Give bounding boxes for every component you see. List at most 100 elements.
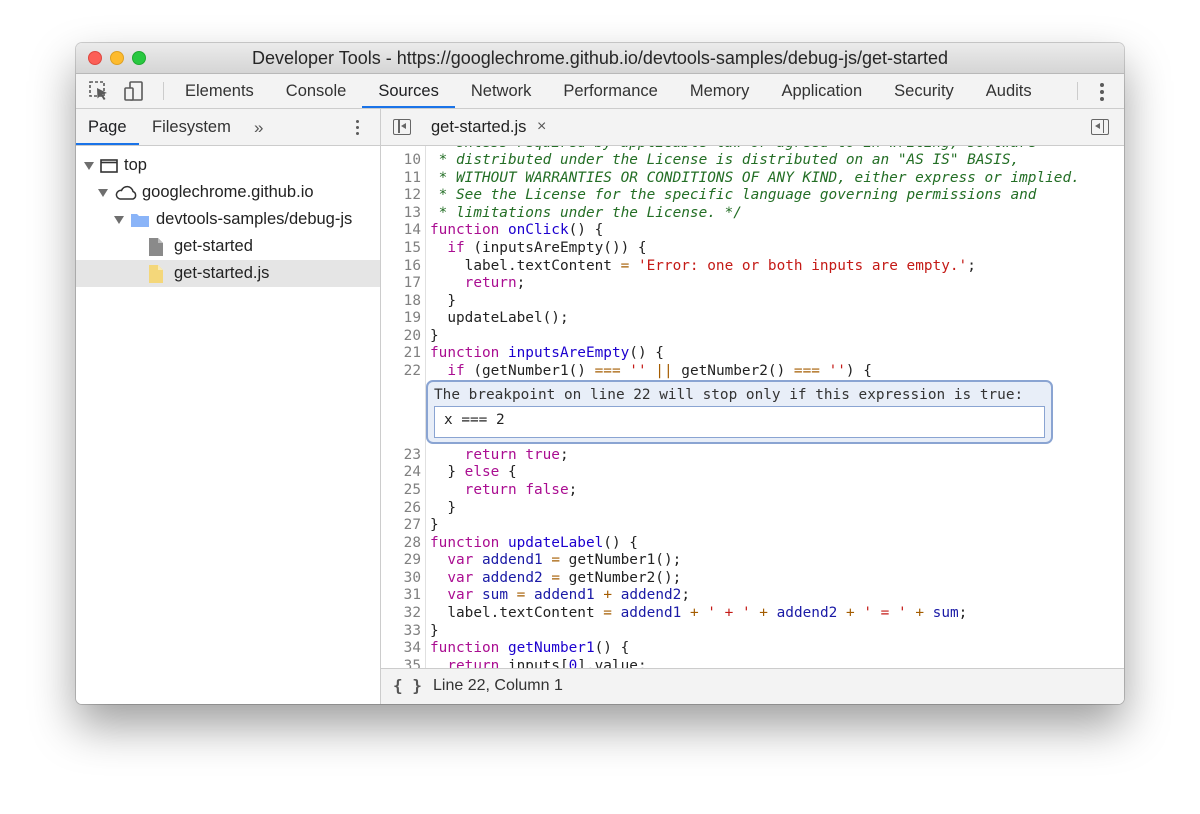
tree-item-top[interactable]: top: [76, 152, 380, 179]
device-toggle-icon[interactable]: [123, 80, 145, 102]
tab-console[interactable]: Console: [270, 74, 363, 108]
window-controls: [88, 51, 146, 65]
tab-audits[interactable]: Audits: [970, 74, 1048, 108]
code-line: var sum = addend1 + addend2;: [447, 587, 691, 603]
line-number[interactable]: 29: [381, 551, 421, 569]
code-line: var addend1 = getNumber1();: [447, 552, 682, 568]
code-line: function onClick() {: [430, 222, 604, 238]
panel-tabs: Elements Console Sources Network Perform…: [169, 74, 1048, 108]
conditional-breakpoint-editor: The breakpoint on line 22 will stop only…: [426, 380, 1053, 444]
toggle-debugger-icon[interactable]: [1091, 119, 1109, 135]
line-gutter[interactable]: 10 11 12 13 14 15 16 17 18 19 20 21 22 2…: [381, 146, 426, 670]
code-editor[interactable]: 10 11 12 13 14 15 16 17 18 19 20 21 22 2…: [381, 146, 1124, 670]
tab-memory[interactable]: Memory: [674, 74, 766, 108]
tab-application[interactable]: Application: [765, 74, 878, 108]
tab-elements[interactable]: Elements: [169, 74, 270, 108]
navigator-menu-icon[interactable]: [356, 120, 359, 138]
tab-page[interactable]: Page: [76, 109, 139, 145]
code-line: function getNumber1() {: [430, 640, 630, 656]
cursor-position: Line 22, Column 1: [433, 677, 563, 694]
line-number[interactable]: 21: [381, 344, 421, 362]
line-number[interactable]: 32: [381, 604, 421, 622]
code-line: if (inputsAreEmpty()) {: [447, 240, 647, 256]
line-number[interactable]: 31: [381, 586, 421, 604]
tree-item-script[interactable]: get-started.js: [76, 260, 380, 287]
line-number[interactable]: 25: [381, 481, 421, 499]
line-number[interactable]: 11: [381, 169, 421, 187]
tab-filesystem[interactable]: Filesystem: [152, 109, 231, 145]
code-line: return;: [464, 275, 526, 291]
script-file-icon: [149, 264, 163, 283]
toolbar-divider-right: [1077, 82, 1078, 100]
tree-item-folder[interactable]: devtools-samples/debug-js: [76, 206, 380, 233]
line-number[interactable]: 30: [381, 569, 421, 587]
tree-item-document[interactable]: get-started: [76, 233, 380, 260]
line-number[interactable]: 13: [381, 204, 421, 222]
line-number[interactable]: 23: [381, 446, 421, 464]
expand-arrow-icon[interactable]: [114, 215, 124, 224]
editor-panel: get-started.js × 10 11 12 13 14 15 16 17…: [381, 109, 1124, 704]
tab-network[interactable]: Network: [455, 74, 548, 108]
toolbar-divider: [163, 82, 164, 100]
code-line: return true;: [464, 447, 569, 463]
line-number[interactable]: 28: [381, 534, 421, 552]
more-tabs-icon[interactable]: »: [254, 118, 263, 138]
code-line: return false;: [464, 482, 578, 498]
code-line: function inputsAreEmpty() {: [430, 345, 664, 361]
tab-performance[interactable]: Performance: [547, 74, 673, 108]
select-element-icon[interactable]: [88, 80, 110, 102]
code-line: }: [430, 328, 439, 344]
line-number[interactable]: 14: [381, 221, 421, 239]
window-title: Developer Tools - https://googlechrome.g…: [251, 47, 949, 68]
title-bar: Developer Tools - https://googlechrome.g…: [76, 43, 1124, 74]
code-line: }: [430, 500, 456, 516]
frame-icon: [100, 158, 118, 173]
tab-security[interactable]: Security: [878, 74, 970, 108]
line-number[interactable]: 33: [381, 622, 421, 640]
editor-tab-bar: get-started.js ×: [381, 109, 1124, 146]
navigator-tabs: Page Filesystem »: [76, 109, 380, 146]
code-line: var addend2 = getNumber2();: [447, 570, 682, 586]
code-line: function updateLabel() {: [430, 535, 638, 551]
breakpoint-condition-input[interactable]: x === 2: [434, 406, 1045, 438]
code-line: * WITHOUT WARRANTIES OR CONDITIONS OF AN…: [430, 170, 1080, 186]
line-number[interactable]: 18: [381, 292, 421, 310]
close-tab-icon[interactable]: ×: [537, 109, 546, 145]
toggle-navigator-icon[interactable]: [393, 119, 411, 135]
navigator-panel: Page Filesystem » top googlechrome.githu…: [76, 109, 381, 704]
line-number[interactable]: 24: [381, 463, 421, 481]
maximize-window-button[interactable]: [132, 51, 146, 65]
devtools-window: Developer Tools - https://googlechrome.g…: [76, 43, 1124, 704]
line-number[interactable]: 27: [381, 516, 421, 534]
close-window-button[interactable]: [88, 51, 102, 65]
tree-label: devtools-samples/debug-js: [156, 210, 353, 228]
tree-item-domain[interactable]: googlechrome.github.io: [76, 179, 380, 206]
line-number[interactable]: 10: [381, 151, 421, 169]
pretty-print-button[interactable]: { }: [393, 676, 422, 695]
line-number[interactable]: 12: [381, 186, 421, 204]
code-line: label.textContent = 'Error: one or both …: [430, 258, 976, 274]
editor-file-tab[interactable]: get-started.js: [431, 109, 526, 145]
line-number[interactable]: 22: [381, 362, 421, 380]
code-line: * distributed under the License is distr…: [430, 152, 1020, 168]
line-number[interactable]: 15: [381, 239, 421, 257]
tree-label: top: [124, 156, 147, 174]
tree-label: get-started.js: [174, 264, 270, 282]
code-line: if (getNumber1() === '' || getNumber2() …: [447, 363, 872, 379]
line-number[interactable]: 34: [381, 639, 421, 657]
expand-arrow-icon[interactable]: [98, 188, 108, 197]
line-number[interactable]: 20: [381, 327, 421, 345]
tree-label: get-started: [174, 237, 253, 255]
line-number[interactable]: 19: [381, 309, 421, 327]
line-number[interactable]: 16: [381, 257, 421, 275]
breakpoint-message: The breakpoint on line 22 will stop only…: [434, 387, 1024, 403]
expand-arrow-icon[interactable]: [84, 161, 94, 170]
code-line: }: [430, 623, 439, 639]
line-number[interactable]: 26: [381, 499, 421, 517]
more-options-icon[interactable]: [1094, 83, 1110, 101]
cloud-icon: [115, 185, 137, 200]
minimize-window-button[interactable]: [110, 51, 124, 65]
line-number[interactable]: 17: [381, 274, 421, 292]
main-toolbar: Elements Console Sources Network Perform…: [76, 74, 1124, 109]
tab-sources[interactable]: Sources: [362, 74, 455, 108]
